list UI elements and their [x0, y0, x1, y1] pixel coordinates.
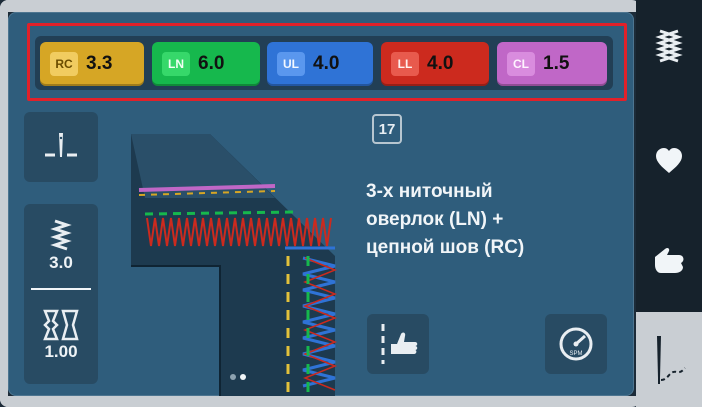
- stitch-description: 3-х ниточный оверлок (LN) + цепной шов (…: [366, 178, 596, 262]
- stitch-description-line: оверлок (LN) +: [366, 209, 504, 230]
- hand-guide-icon: [381, 324, 418, 364]
- stitch-length-icon: [50, 219, 72, 251]
- stitch-settings-group: 3.0 1.00: [24, 204, 98, 384]
- app-screen: RC 3.3 LN 6.0 UL 4.0 LL 4.0 CL 1.5 3.0 1.00: [0, 0, 702, 407]
- threading-icon: [657, 335, 686, 384]
- needle-position-button[interactable]: [24, 112, 98, 182]
- differential-feed-button[interactable]: 1.00: [41, 290, 81, 380]
- stitch-illustration: [131, 134, 338, 396]
- stitch-length-button[interactable]: 3.0: [49, 204, 73, 288]
- hand-icon: [655, 247, 684, 273]
- page-dot[interactable]: [230, 374, 236, 380]
- highlight-frame: [27, 23, 627, 101]
- heart-icon: [656, 148, 682, 173]
- stitch-length-value: 3.0: [49, 253, 73, 272]
- page-indicator: [230, 374, 246, 380]
- differential-feed-icon: [43, 309, 79, 341]
- speed-unit-label: SPM: [569, 351, 582, 357]
- stitch-type-button[interactable]: [636, 12, 702, 82]
- differential-feed-value: 1.00: [44, 342, 78, 361]
- stitch-description-line: 3-х ниточный: [366, 181, 493, 202]
- right-sidebar: [636, 0, 702, 407]
- stitch-description-line: цепной шов (RC): [366, 237, 525, 258]
- speed-button[interactable]: SPM: [545, 314, 607, 374]
- screen-bezel-left: [0, 0, 8, 407]
- needle-position-icon: [45, 133, 77, 157]
- threading-button[interactable]: [636, 312, 702, 407]
- hand-guide-button[interactable]: [367, 314, 429, 374]
- speed-icon: SPM: [559, 327, 593, 361]
- favorite-button[interactable]: [636, 126, 702, 196]
- page-dot-active[interactable]: [240, 374, 246, 380]
- stitch-type-icon: [655, 29, 683, 63]
- stitch-number: 17: [372, 114, 402, 144]
- screen-bezel-top: [0, 0, 640, 12]
- help-button[interactable]: [636, 222, 702, 292]
- screen-bezel-bottom: [0, 396, 640, 407]
